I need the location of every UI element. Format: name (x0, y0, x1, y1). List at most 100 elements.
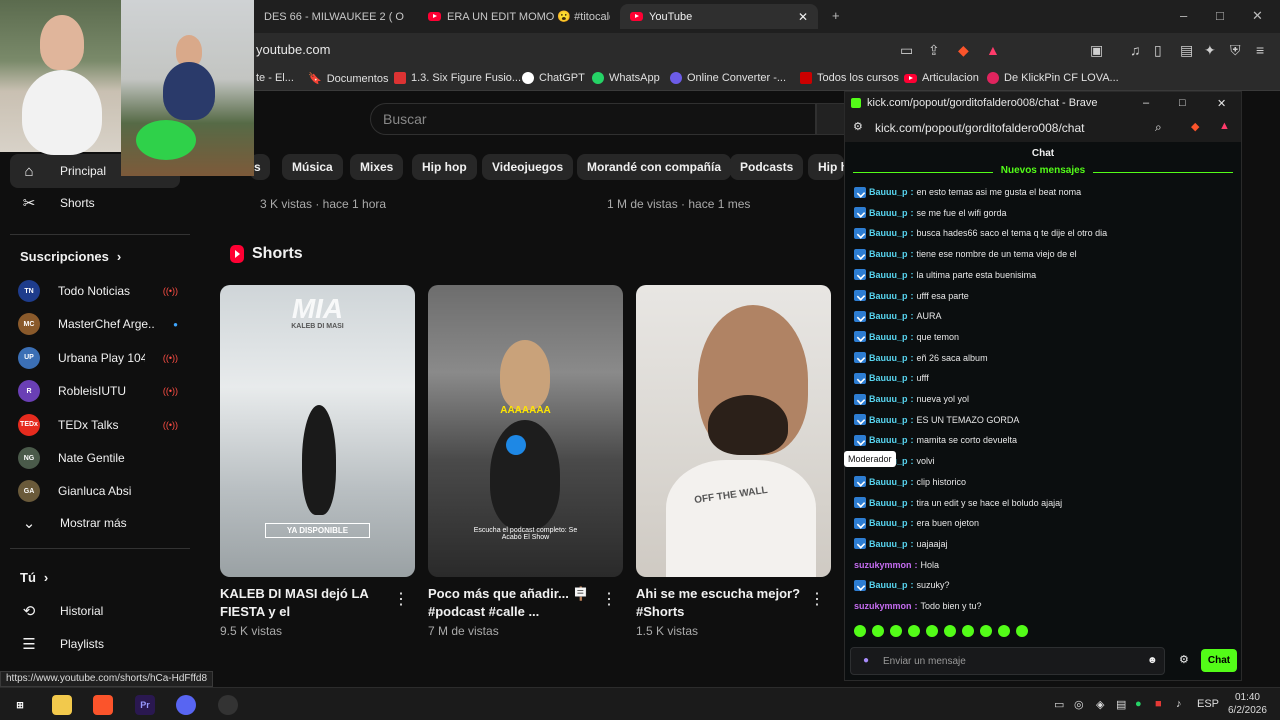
brave-shield-icon[interactable]: ◆ (1191, 120, 1199, 133)
emoji-icon[interactable]: ☻ (1147, 655, 1158, 666)
vpn-icon[interactable]: ⛨ (1230, 42, 1241, 59)
close-icon[interactable]: ✕ (798, 10, 808, 24)
address-bar[interactable]: youtube.com (256, 42, 330, 57)
volume-icon[interactable]: ♪ (1176, 698, 1182, 710)
emote-icon[interactable] (1016, 625, 1028, 637)
file-explorer-icon[interactable] (52, 695, 72, 715)
moderator-badge-icon[interactable] (854, 331, 866, 343)
bookmark-item[interactable]: Articulacion (904, 72, 979, 84)
sidebar-icon[interactable]: ▣ (1090, 42, 1103, 59)
chat-message[interactable]: suzukymmon: Todo bien y tu? (854, 598, 1234, 614)
chat-message[interactable]: Bauuu_p:volvi (854, 453, 1234, 469)
moderator-badge-icon[interactable] (854, 186, 866, 198)
windows-start-icon[interactable]: ⊞ (10, 695, 30, 715)
moderator-badge-icon[interactable] (854, 497, 866, 508)
chat-username[interactable]: Bauuu_p (869, 539, 908, 549)
chat-username[interactable]: Bauuu_p (869, 394, 908, 404)
short-title[interactable]: KALEB DI MASI dejó LA FIESTA y el DESCON… (220, 585, 385, 621)
settings-icon[interactable]: ⚙ (1179, 653, 1189, 666)
sidebar-subscription-item[interactable]: NG Nate Gentile (18, 443, 178, 473)
tray-icon[interactable]: ■ (1155, 698, 1162, 710)
emote-icon[interactable] (944, 625, 956, 637)
kick-url[interactable]: kick.com/popout/gorditofaldero008/chat (875, 121, 1084, 135)
chat-message[interactable]: Bauuu_p: eñ 26 saca album (854, 350, 1234, 366)
chat-message[interactable]: Bauuu_p: AURA (854, 308, 1234, 324)
moderator-badge-icon[interactable] (854, 372, 866, 384)
emote-icon[interactable] (908, 625, 920, 637)
chat-username[interactable]: Bauuu_p (869, 270, 908, 280)
moderator-badge-icon[interactable] (854, 290, 866, 301)
brave-icon[interactable] (93, 695, 113, 715)
obs-icon[interactable] (218, 695, 238, 715)
brave-rewards-icon[interactable]: ▲ (986, 42, 1000, 58)
search-button[interactable] (816, 103, 846, 135)
chat-message[interactable]: Bauuu_p: ufff (854, 370, 1234, 386)
chat-username[interactable]: suzukymmon (854, 560, 912, 570)
tray-icon[interactable]: ▤ (1116, 698, 1126, 711)
microphone-icon[interactable]: ● (863, 655, 869, 666)
moderator-badge-icon[interactable] (854, 517, 866, 529)
wallet-icon[interactable]: ▤ (1180, 42, 1193, 59)
short-card[interactable]: MIA KALEB DI MASI YA DISPONIBLE KALEB DI… (220, 285, 415, 638)
chat-username[interactable]: Bauuu_p (869, 187, 908, 197)
sidebar-item-playlists[interactable]: ☰ Playlists (10, 627, 180, 661)
chat-message[interactable]: Bauuu_p: ufff esa parte (854, 288, 1234, 304)
emote-icon[interactable] (926, 625, 938, 637)
tray-icon[interactable]: ◈ (1096, 698, 1104, 711)
chat-message[interactable]: Bauuu_p: tiene ese nombre de un tema viej… (854, 246, 1234, 262)
short-card[interactable]: OFF THE WALL Ahi se me escucha mejor? #S… (636, 285, 831, 638)
clock[interactable]: 01:40 6/2/2026 (1228, 691, 1267, 717)
filter-chip[interactable]: Podcasts (730, 154, 804, 180)
you-heading[interactable]: Tú › (20, 570, 48, 585)
chat-username[interactable]: Bauuu_p (869, 228, 908, 238)
music-icon[interactable]: ♫ (1130, 42, 1141, 58)
bookmark-item[interactable]: 1.3. Six Figure Fusio... (394, 72, 521, 84)
short-title[interactable]: Poco más que añadir... 🪧 #podcast #calle… (428, 585, 593, 621)
panel-icon[interactable]: ▯ (1154, 42, 1162, 59)
close-window-icon[interactable]: ✕ (1252, 8, 1263, 24)
emote-icon[interactable] (980, 625, 992, 637)
share-icon[interactable]: ⇪ (928, 42, 940, 59)
chat-username[interactable]: suzukymmon (854, 601, 912, 611)
chat-username[interactable]: Bauuu_p (869, 249, 908, 259)
chat-message[interactable]: Bauuu_p: se me fue el wifi gorda (854, 205, 1234, 221)
chat-message[interactable]: Bauuu_p: clip historico (854, 474, 1234, 490)
chat-username[interactable]: Bauuu_p (869, 580, 908, 590)
chat-username[interactable]: Bauuu_p (869, 477, 908, 487)
chat-message[interactable]: Bauuu_p: busca hades66 saco el tema q te … (854, 225, 1234, 241)
sidebar-subscription-item[interactable]: TN Todo Noticias ((•)) (18, 276, 178, 306)
chat-message[interactable]: suzukymmon: Hola (854, 557, 1234, 573)
moderator-badge-icon[interactable] (854, 207, 866, 219)
send-chat-button[interactable]: Chat (1201, 649, 1237, 672)
chat-username[interactable]: Bauuu_p (869, 208, 908, 218)
search-input[interactable] (371, 104, 815, 134)
chat-message[interactable]: Bauuu_p: mamita se corto devuelta (854, 432, 1234, 448)
emote-icon[interactable] (998, 625, 1010, 637)
moderator-badge-icon[interactable] (854, 352, 866, 364)
subscriptions-heading[interactable]: Suscripciones › (20, 249, 121, 264)
emote-icon[interactable] (854, 625, 866, 637)
bookmark-item[interactable]: WhatsApp (592, 72, 660, 84)
chat-message[interactable]: Bauuu_p: era buen ojeton (854, 515, 1234, 531)
chat-message[interactable]: Bauuu_p: tira un edit y se hace el boludo… (854, 495, 1234, 511)
chat-username[interactable]: Bauuu_p (869, 415, 908, 425)
moderator-badge-icon[interactable] (854, 310, 866, 322)
filter-chip[interactable]: Música (282, 154, 343, 180)
chat-message[interactable]: Bauuu_p: nueva yol yol (854, 391, 1234, 407)
moderator-badge-icon[interactable] (854, 476, 866, 488)
language-indicator[interactable]: ESP (1197, 698, 1219, 710)
new-tab-icon[interactable]: + (832, 8, 840, 23)
bookmark-item[interactable]: ChatGPT (522, 72, 585, 84)
moderator-badge-icon[interactable] (854, 248, 866, 260)
whatsapp-icon[interactable]: ● (1135, 698, 1142, 710)
sidebar-subscription-item[interactable]: GA Gianluca Absi (18, 476, 178, 506)
chat-message[interactable]: Bauuu_p: en esto temas asi me gusta el be… (854, 184, 1234, 200)
premiere-icon[interactable]: Pr (135, 695, 155, 715)
bookmark-item[interactable]: Online Converter -... (670, 72, 786, 84)
moderator-badge-icon[interactable] (854, 434, 866, 446)
short-card[interactable]: AAAAAAA Escucha el podcast completo: Se … (428, 285, 623, 638)
bookmark-item[interactable]: Todos los cursos (800, 72, 899, 84)
more-options-icon[interactable]: ⋮ (393, 589, 409, 609)
chat-username[interactable]: Bauuu_p (869, 332, 908, 342)
chat-message[interactable]: Bauuu_p: suzuky? (854, 577, 1234, 593)
